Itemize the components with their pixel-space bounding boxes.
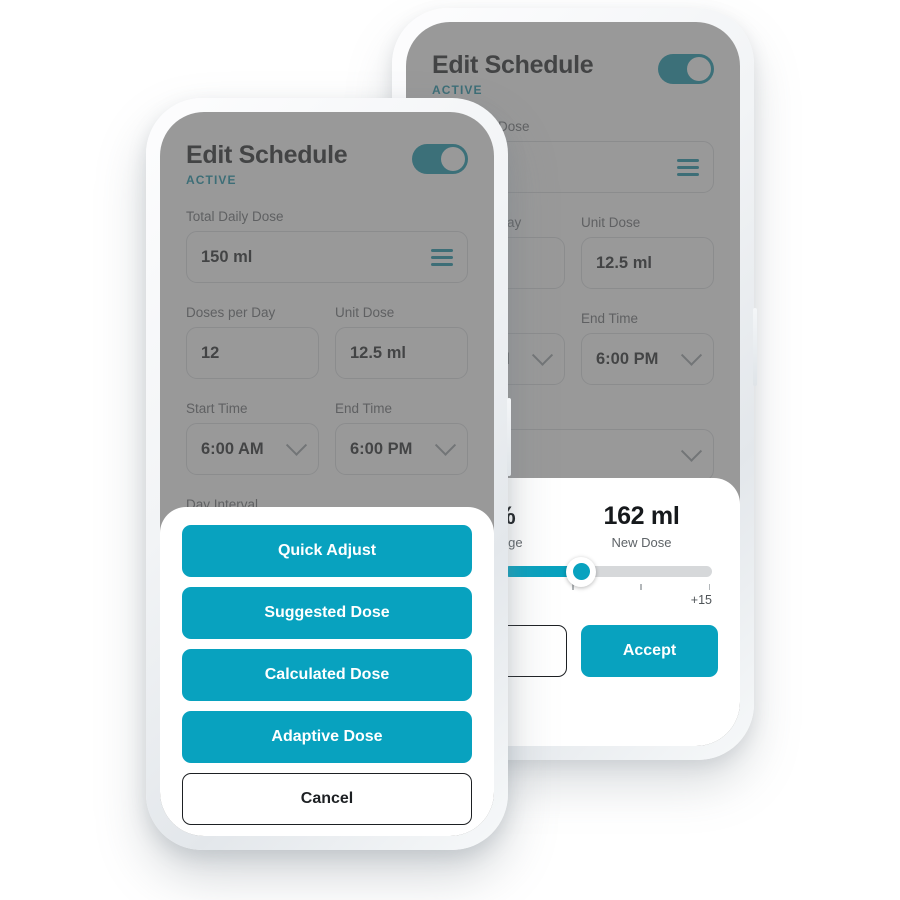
accept-button[interactable]: Accept bbox=[581, 625, 718, 677]
unit-dose-value: 12.5 ml bbox=[350, 343, 406, 362]
hamburger-icon[interactable] bbox=[431, 248, 453, 266]
phone-front-side-button[interactable] bbox=[507, 398, 511, 476]
unit-dose-field[interactable]: 12.5 ml bbox=[335, 327, 468, 380]
app-header-front: Edit Schedule ACTIVE bbox=[186, 142, 468, 187]
doses-per-day-value: 12 bbox=[201, 343, 220, 362]
total-daily-dose-value: 150 ml bbox=[201, 247, 253, 266]
status-badge: ACTIVE bbox=[432, 83, 483, 98]
unit-dose-value: 12.5 ml bbox=[596, 253, 652, 272]
chevron-down-icon[interactable] bbox=[285, 434, 308, 456]
start-time-value: 6:00 AM bbox=[201, 439, 264, 458]
end-time-value: 6:00 PM bbox=[596, 349, 659, 368]
schedule-active-toggle[interactable] bbox=[658, 54, 714, 84]
chevron-down-icon[interactable] bbox=[680, 440, 703, 462]
doses-per-day-field[interactable]: 12 bbox=[186, 327, 319, 380]
slider-thumb[interactable] bbox=[566, 556, 597, 587]
toggle-knob bbox=[441, 147, 465, 171]
phone-front-screen: Edit Schedule ACTIVE Total Daily Dose 15… bbox=[160, 112, 494, 836]
app-header-back: Edit Schedule ACTIVE bbox=[432, 52, 714, 97]
end-time-label: End Time bbox=[335, 401, 393, 417]
schedule-active-toggle[interactable] bbox=[412, 144, 468, 174]
phone-front: Edit Schedule ACTIVE Total Daily Dose 15… bbox=[146, 98, 511, 850]
end-time-value: 6:00 PM bbox=[350, 439, 413, 458]
cancel-button[interactable]: Cancel bbox=[182, 773, 472, 825]
doses-unit-row-front: Doses per Day 12 Unit Dose 12.5 ml bbox=[186, 283, 468, 380]
total-daily-dose-field[interactable]: 150 ml bbox=[186, 231, 468, 284]
phone-back-side-button[interactable] bbox=[753, 308, 757, 386]
hamburger-icon[interactable] bbox=[677, 158, 699, 176]
unit-dose-label: Unit Dose bbox=[335, 305, 395, 321]
slider-max-label: +15 bbox=[690, 593, 712, 607]
option-adaptive-dose[interactable]: Adaptive Dose bbox=[182, 711, 472, 763]
end-time-field[interactable]: 6:00 PM bbox=[581, 333, 714, 386]
chevron-down-icon[interactable] bbox=[531, 344, 554, 366]
page-title: Edit Schedule bbox=[186, 141, 348, 169]
option-calculated-dose[interactable]: Calculated Dose bbox=[182, 649, 472, 701]
page-title: Edit Schedule bbox=[432, 51, 594, 79]
status-badge: ACTIVE bbox=[186, 173, 237, 188]
chevron-down-icon[interactable] bbox=[680, 344, 703, 366]
unit-dose-field[interactable]: 12.5 ml bbox=[581, 237, 714, 290]
new-dose-stat: 162 ml New Dose bbox=[573, 502, 710, 550]
end-time-label: End Time bbox=[581, 311, 639, 327]
start-time-label: Start Time bbox=[186, 401, 248, 417]
unit-dose-label: Unit Dose bbox=[581, 215, 641, 231]
option-quick-adjust[interactable]: Quick Adjust bbox=[182, 525, 472, 577]
option-suggested-dose[interactable]: Suggested Dose bbox=[182, 587, 472, 639]
doses-per-day-label: Doses per Day bbox=[186, 305, 276, 321]
total-daily-dose-label: Total Daily Dose bbox=[186, 209, 284, 225]
toggle-knob bbox=[687, 57, 711, 81]
dose-mode-action-sheet: Quick Adjust Suggested Dose Calculated D… bbox=[160, 507, 494, 836]
start-time-field[interactable]: 6:00 AM bbox=[186, 423, 319, 476]
new-dose-value: 162 ml bbox=[603, 502, 680, 530]
screenshot-stage: Edit Schedule ACTIVE Total Daily Dose 15… bbox=[0, 0, 900, 900]
end-time-field[interactable]: 6:00 PM bbox=[335, 423, 468, 476]
new-dose-caption: New Dose bbox=[611, 535, 672, 550]
time-row-front: Start Time 6:00 AM End Time 6:00 PM bbox=[186, 379, 468, 476]
chevron-down-icon[interactable] bbox=[434, 434, 457, 456]
